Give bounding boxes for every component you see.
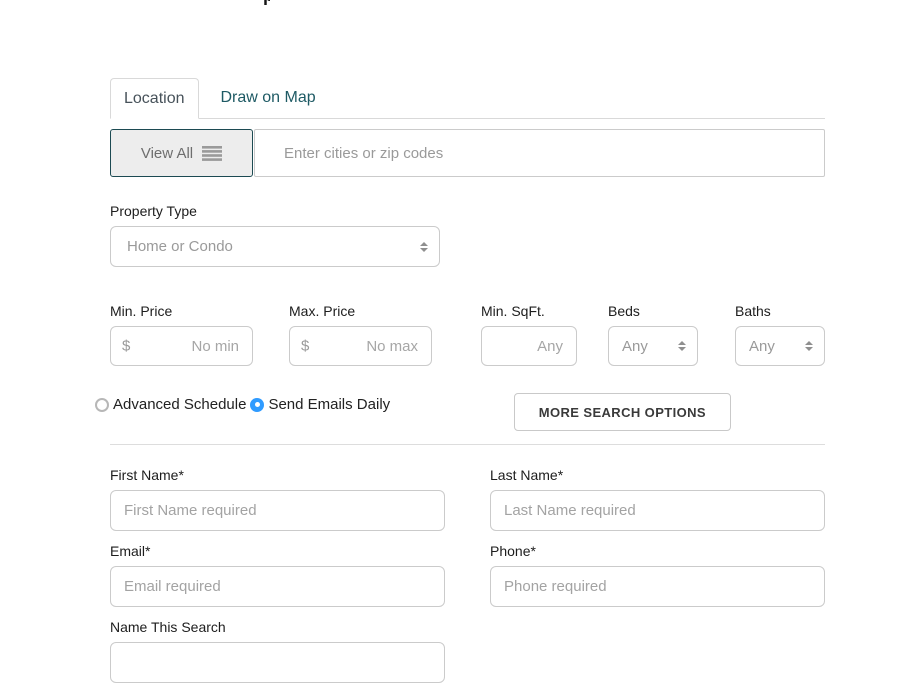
radio-label[interactable]: Send Emails Daily <box>268 396 390 413</box>
min-price-input[interactable] <box>110 326 253 366</box>
cities-zip-input[interactable] <box>254 129 825 177</box>
tab-location[interactable]: Location <box>110 78 199 119</box>
tab-draw-on-map[interactable]: Draw on Map <box>219 78 318 118</box>
view-all-label: View All <box>141 145 193 162</box>
max-price-input[interactable] <box>289 326 432 366</box>
more-search-options-button[interactable]: MORE SEARCH OPTIONS <box>514 393 731 431</box>
page: { "page": { "clipped_text_fragment": "p"… <box>0 0 910 700</box>
dollar-sign-prefix: $ <box>301 338 309 355</box>
phone-input[interactable] <box>490 566 825 607</box>
email-schedule-radio-group: Advanced Schedule Send Emails Daily <box>95 396 390 413</box>
first-name-input[interactable] <box>110 490 445 531</box>
name-search-row: Name This Search <box>110 620 825 683</box>
baths-select[interactable]: Any <box>735 326 825 366</box>
tab-bar: Location Draw on Map <box>110 78 825 119</box>
select-caret-icon <box>805 341 813 351</box>
baths-field: Baths Any <box>735 304 825 366</box>
min-price-field: Min. Price $ <box>110 304 253 366</box>
first-name-field: First Name* <box>110 468 445 531</box>
view-all-button[interactable]: View All <box>110 129 253 177</box>
beds-value: Any <box>622 338 648 355</box>
radio-send-emails-daily[interactable]: Send Emails Daily <box>250 396 390 413</box>
property-type-select[interactable]: Home or Condo <box>110 226 440 267</box>
property-type-block: Property Type Home or Condo <box>110 204 825 267</box>
radio-label[interactable]: Advanced Schedule <box>113 396 246 413</box>
min-sqft-field: Min. SqFt. <box>481 304 577 366</box>
radio-button-icon[interactable] <box>250 398 264 412</box>
min-price-label: Min. Price <box>110 304 253 319</box>
property-type-label: Property Type <box>110 204 825 219</box>
min-sqft-label: Min. SqFt. <box>481 304 577 319</box>
search-widget: Location Draw on Map View All Property T… <box>110 78 825 683</box>
beds-label: Beds <box>608 304 698 319</box>
max-price-label: Max. Price <box>289 304 432 319</box>
email-field: Email* <box>110 544 445 607</box>
phone-field: Phone* <box>490 544 825 607</box>
beds-field: Beds Any <box>608 304 698 366</box>
filter-row: Min. Price $ Max. Price $ Min. SqFt. Bed… <box>110 304 825 366</box>
last-name-label: Last Name* <box>490 468 825 483</box>
select-caret-icon <box>420 242 428 252</box>
radio-button-icon[interactable] <box>95 398 109 412</box>
name-this-search-input[interactable] <box>110 642 445 683</box>
baths-label: Baths <box>735 304 825 319</box>
name-this-search-label: Name This Search <box>110 620 445 635</box>
select-caret-icon <box>678 341 686 351</box>
email-input[interactable] <box>110 566 445 607</box>
hamburger-list-icon <box>202 146 222 161</box>
last-name-field: Last Name* <box>490 468 825 531</box>
beds-select[interactable]: Any <box>608 326 698 366</box>
dollar-sign-prefix: $ <box>122 338 130 355</box>
max-price-field: Max. Price $ <box>289 304 432 366</box>
email-label: Email* <box>110 544 445 559</box>
name-this-search-field: Name This Search <box>110 620 445 683</box>
min-sqft-input[interactable] <box>481 326 577 366</box>
property-type-value: Home or Condo <box>127 238 233 255</box>
baths-value: Any <box>749 338 775 355</box>
clipped-text-fragment: p <box>263 0 270 5</box>
options-row: Advanced Schedule Send Emails Daily MORE… <box>110 393 825 431</box>
first-name-label: First Name* <box>110 468 445 483</box>
location-search-group: View All <box>110 129 825 177</box>
radio-advanced-schedule[interactable]: Advanced Schedule <box>95 396 246 413</box>
email-phone-row: Email* Phone* <box>110 544 825 607</box>
name-row: First Name* Last Name* <box>110 468 825 531</box>
phone-label: Phone* <box>490 544 825 559</box>
section-divider <box>110 444 825 445</box>
last-name-input[interactable] <box>490 490 825 531</box>
